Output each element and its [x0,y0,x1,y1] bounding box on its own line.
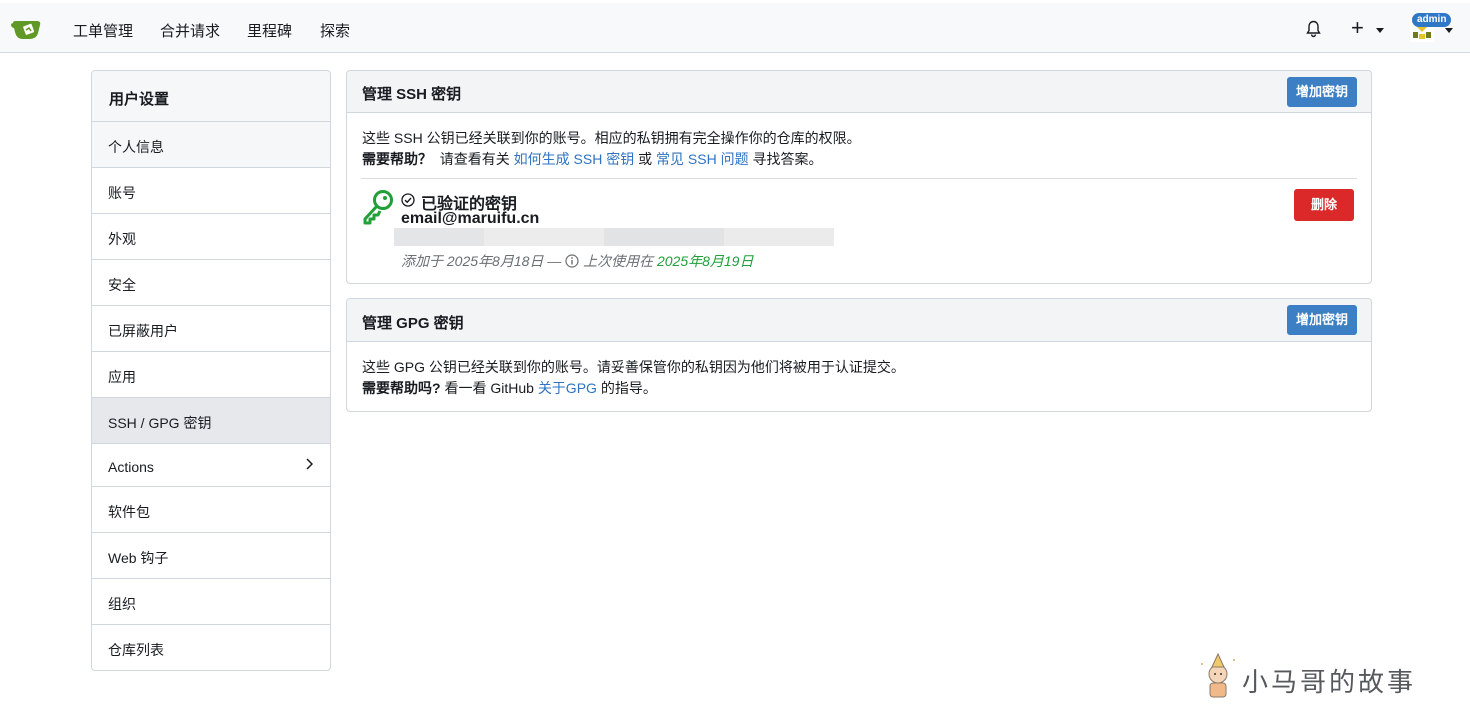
ssh-panel-title: 管理 SSH 密钥 [362,86,462,103]
about-gpg-link[interactable]: 关于GPG [538,380,597,396]
gpg-help-prefix: 看一看 GitHub [444,380,534,396]
gpg-help-line: 需要帮助吗? 看一看 GitHub 关于GPG 的指导。 [362,378,657,398]
watermark-text: 小马哥的故事 [1242,668,1417,698]
create-dropdown-caret-icon[interactable] [1376,28,1384,33]
admin-badge: admin [1412,13,1452,27]
watermark-mascot-icon [1201,652,1235,698]
sidebar-item-security[interactable]: 安全 [92,260,330,306]
sidebar-item-webhooks[interactable]: Web 钩子 [92,533,330,579]
gpg-help-label: 需要帮助吗? [362,380,441,396]
sidebar-item-actions[interactable]: Actions [92,444,330,487]
gpg-panel-title: 管理 GPG 密钥 [362,315,464,332]
gpg-description: 这些 GPG 公钥已经关联到你的账号。请妥善保管你的私钥因为他们将被用于认证提交… [362,359,905,375]
user-dropdown-caret-icon[interactable] [1445,28,1453,33]
ssh-key-meta: 添加于 2025年8月18日 — 上次使用在 2025年8月19日 [401,251,753,271]
key-icon [363,190,393,225]
common-ssh-problems-link[interactable]: 常见 SSH 问题 [656,151,749,167]
ssh-key-name: email@maruifu.cn [401,210,540,227]
ssh-keys-panel: 管理 SSH 密钥 增加密钥 这些 SSH 公钥已经关联到你的账号。相应的私钥拥… [346,70,1372,284]
how-to-generate-ssh-key-link[interactable]: 如何生成 SSH 密钥 [514,151,635,167]
sidebar-item-applications[interactable]: 应用 [92,352,330,398]
sidebar-item-ssh-gpg-keys[interactable]: SSH / GPG 密钥 [92,398,330,444]
sidebar-item-appearance[interactable]: 外观 [92,214,330,260]
add-ssh-key-button[interactable]: 增加密钥 [1287,77,1357,107]
sidebar-item-blocked-users[interactable]: 已屏蔽用户 [92,306,330,352]
settings-sidebar: 用户设置 个人信息 账号 外观 安全 已屏蔽用户 应用 SSH / GPG 密钥… [91,70,331,671]
sidebar-item-repositories[interactable]: 仓库列表 [92,625,330,670]
ssh-key-added: 添加于 2025年8月18日 — [401,253,562,269]
sidebar-item-account[interactable]: 账号 [92,168,330,214]
verified-check-icon [401,193,415,207]
ssh-description: 这些 SSH 公钥已经关联到你的账号。相应的私钥拥有完全操作你的仓库的权限。 [362,130,861,146]
nav-pull-requests[interactable]: 合并请求 [160,20,220,41]
create-plus-icon[interactable]: + [1351,17,1364,39]
ssh-key-fingerprint-redacted [394,228,834,246]
add-gpg-key-button[interactable]: 增加密钥 [1287,305,1357,335]
info-icon [565,254,579,268]
nav-explore[interactable]: 探索 [320,20,350,41]
sidebar-item-organizations[interactable]: 组织 [92,579,330,625]
chevron-right-icon [306,458,313,470]
nav-milestones[interactable]: 里程碑 [247,20,292,41]
gitea-logo-icon[interactable] [11,17,43,41]
gpg-panel-header: 管理 GPG 密钥 增加密钥 [347,299,1371,342]
gpg-keys-panel: 管理 GPG 密钥 增加密钥 这些 GPG 公钥已经关联到你的账号。请妥善保管你… [346,298,1372,412]
gpg-help-suffix: 的指导。 [600,380,657,396]
ssh-help-suffix: 寻找答案。 [752,151,823,167]
sidebar-item-label: Actions [108,459,154,475]
sidebar-item-packages[interactable]: 软件包 [92,487,330,533]
notification-bell-icon[interactable] [1305,20,1322,38]
ssh-help-prefix: 请查看有关 [439,151,510,167]
ssh-key-last-used-label: 上次使用在 [583,253,654,269]
delete-ssh-key-button[interactable]: 删除 [1294,189,1354,221]
ssh-key-last-used-date: 2025年8月19日 [656,253,754,269]
sidebar-item-profile[interactable]: 个人信息 [92,122,330,168]
ssh-help-or: 或 [638,151,653,167]
ssh-help-label: 需要帮助？ [362,151,432,167]
top-navbar: 工单管理 合并请求 里程碑 探索 + admin [0,3,1470,53]
sidebar-title: 用户设置 [92,71,330,122]
nav-issues[interactable]: 工单管理 [73,20,133,41]
ssh-panel-header: 管理 SSH 密钥 增加密钥 [347,71,1371,113]
divider [361,178,1357,179]
ssh-help-line: 需要帮助？ 请查看有关 如何生成 SSH 密钥 或 常见 SSH 问题 寻找答案… [362,149,823,169]
